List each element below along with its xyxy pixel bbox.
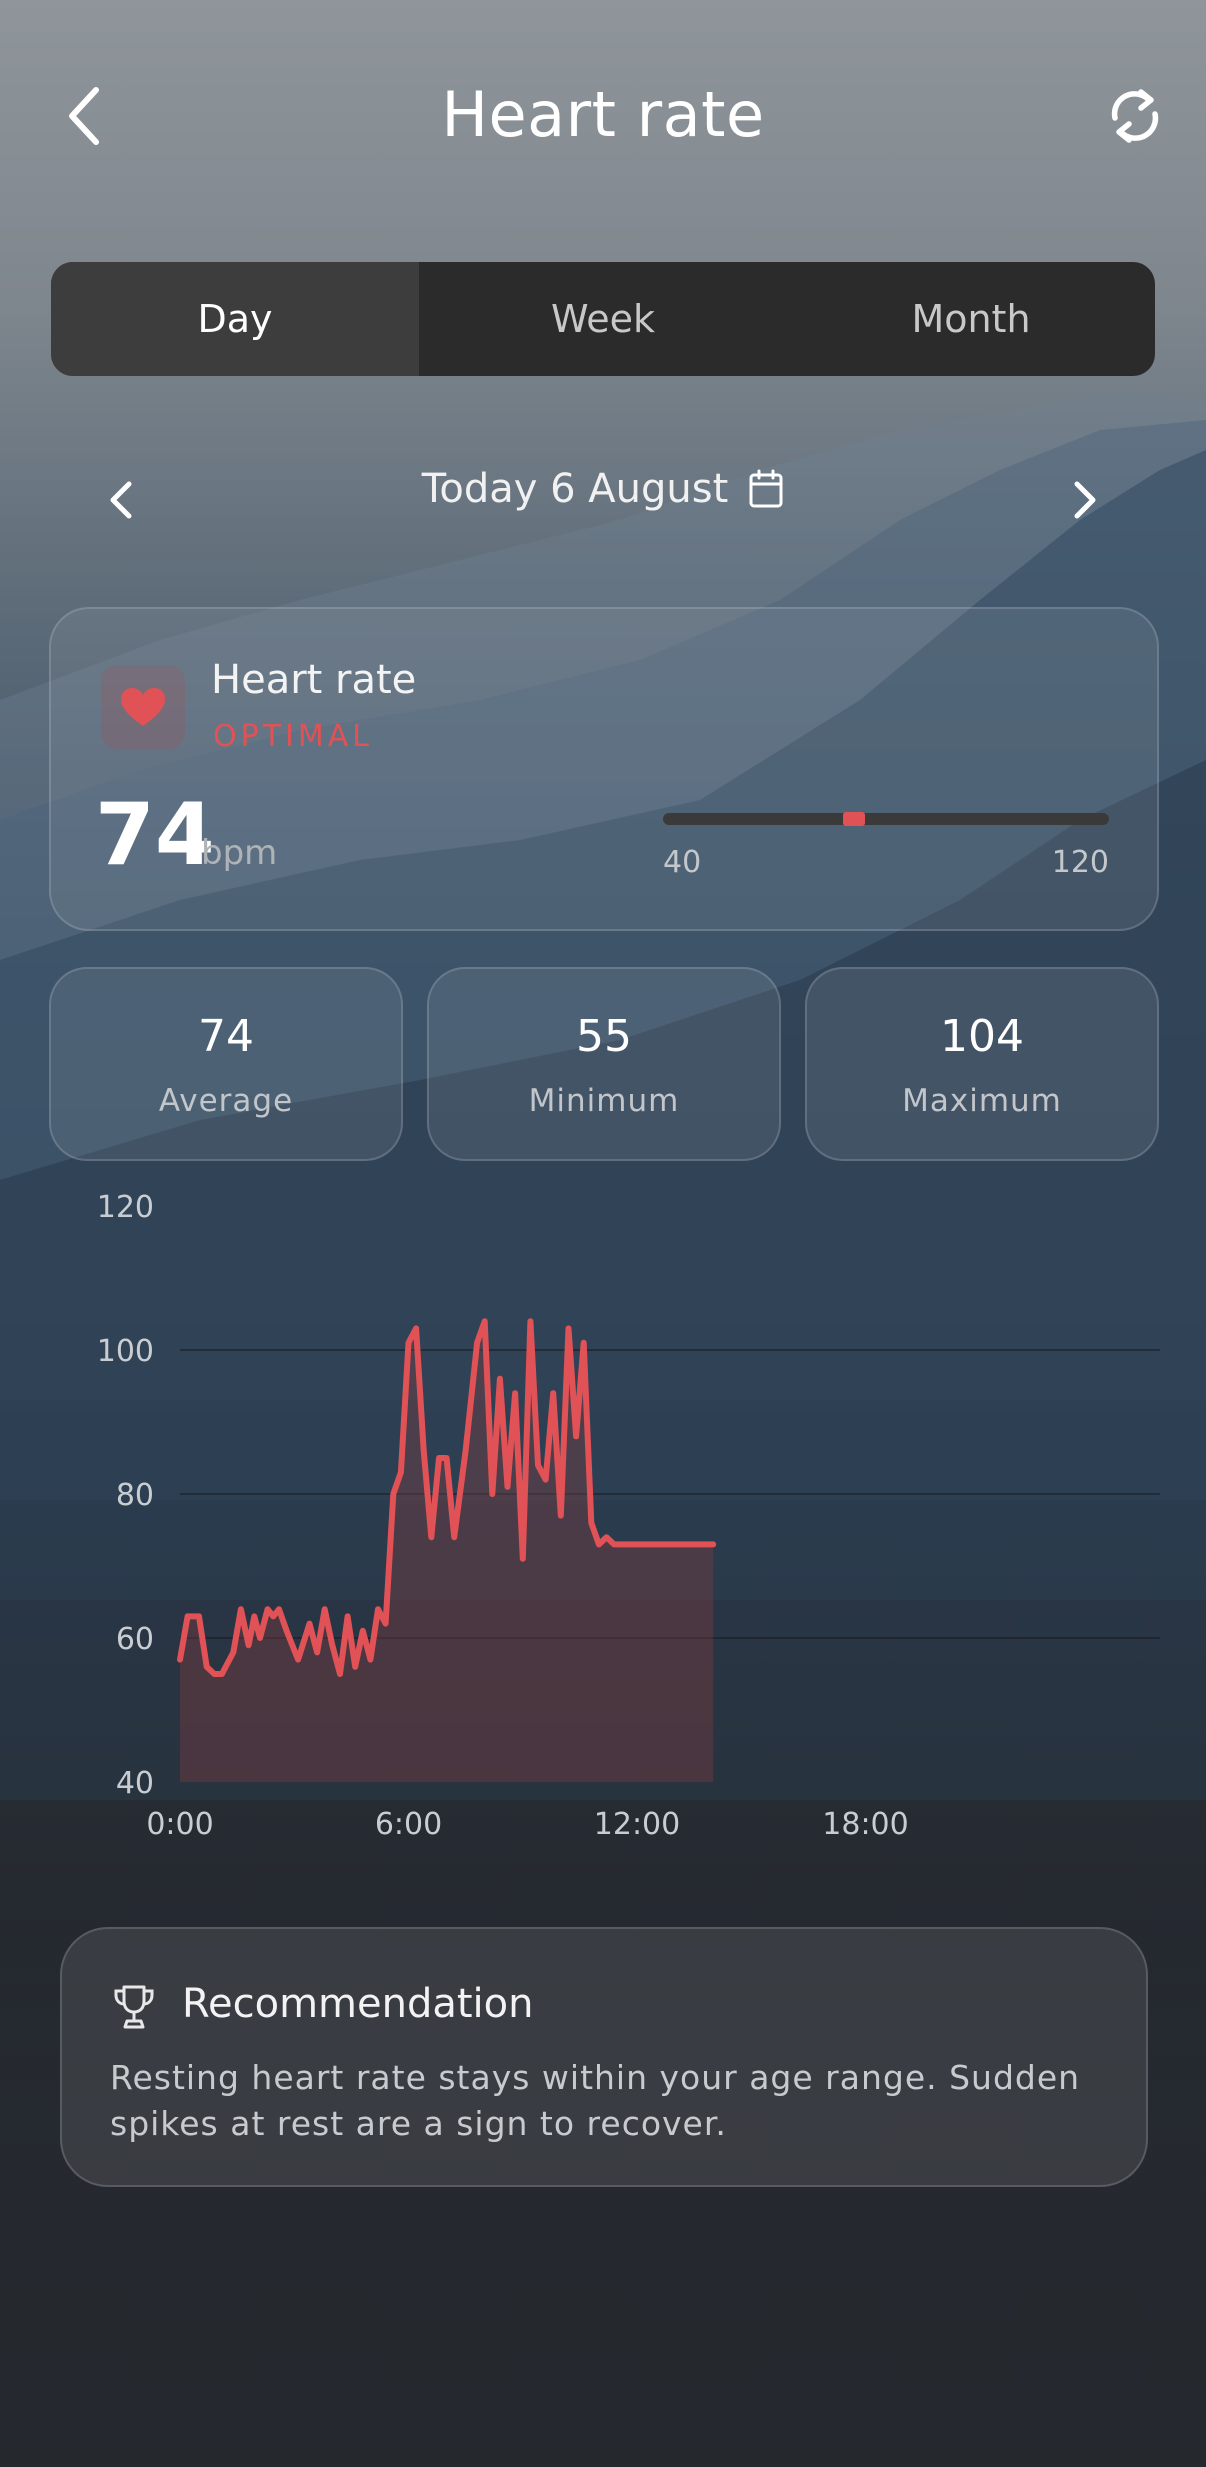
unit-label: bpm [201,833,278,873]
current-heart-rate: 74 [95,785,215,885]
chevron-right-icon [1074,481,1096,519]
refresh-button[interactable] [1100,78,1170,154]
recommendation-card: Recommendation Resting heart rate stays … [60,1927,1148,2187]
period-selector: Day Week Month [51,262,1155,376]
tab-day[interactable]: Day [51,262,419,376]
stat-minimum-value: 55 [576,1011,632,1062]
range-marker [843,812,866,826]
calendar-icon [749,469,783,508]
page-title: Heart rate [441,78,765,151]
chart-y-tick-label: 120 [97,1190,154,1225]
chart-x-tick-label: 18:00 [822,1807,908,1842]
range-min-label: 40 [663,845,702,880]
chart-x-tick-label: 6:00 [375,1807,442,1842]
tab-week[interactable]: Week [419,262,787,376]
trophy-icon [114,1985,154,2029]
date-label: Today 6 August [421,466,729,512]
chart-x-tick-label: 12:00 [594,1807,680,1842]
stat-minimum-card: 55 Minimum [427,967,781,1161]
stat-maximum-label: Maximum [902,1083,1062,1119]
chart-y-tick-label: 60 [116,1622,154,1657]
chart-y-tick-label: 100 [97,1334,154,1369]
heart-rate-card: Heart rate OPTIMAL 74 bpm 40 120 [49,607,1159,931]
date-picker[interactable]: Today 6 August [0,466,1206,512]
chart-area-fill [180,1321,714,1782]
chart-x-tick-label: 0:00 [146,1807,213,1842]
recommendation-title: Recommendation [182,1981,534,2027]
stat-maximum-value: 104 [940,1011,1024,1062]
chart-y-tick-label: 40 [116,1766,154,1801]
range-max-label: 120 [1051,845,1109,880]
chart-y-tick-label: 80 [116,1478,154,1513]
refresh-icon [1111,89,1159,143]
stat-average-value: 74 [198,1011,254,1062]
range-bar [663,812,1109,826]
heart-icon-container [101,665,185,749]
next-day-button[interactable] [1058,462,1114,538]
stat-average-card: 74 Average [49,967,403,1161]
metric-title: Heart rate [211,657,417,703]
stat-minimum-label: Minimum [528,1083,680,1119]
status-badge: OPTIMAL [213,719,373,754]
heart-icon [121,688,165,726]
tab-month[interactable]: Month [787,262,1155,376]
stat-average-label: Average [158,1083,294,1119]
heart-rate-chart: 120 100 80 60 40 0:00 6:00 12:00 18:00 [97,1190,1160,1842]
recommendation-text: Resting heart rate stays within your age… [110,2058,1081,2143]
stat-maximum-card: 104 Maximum [805,967,1159,1161]
